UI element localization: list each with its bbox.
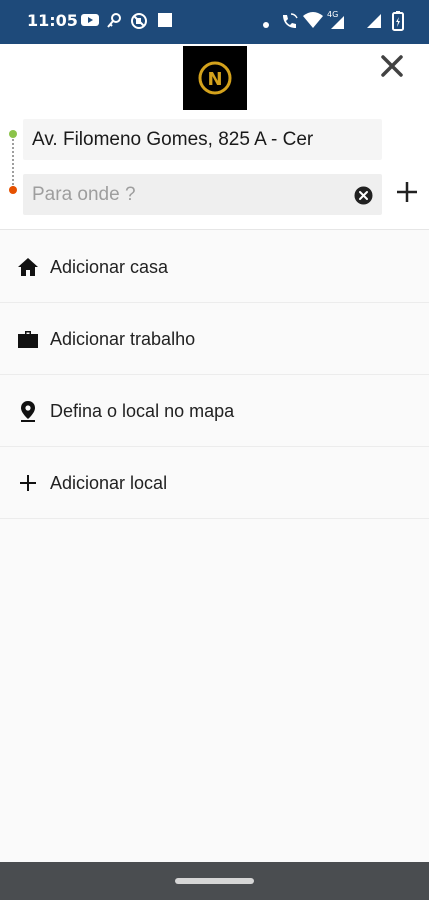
origin-dot-icon bbox=[9, 130, 17, 138]
add-stop-button[interactable] bbox=[395, 180, 419, 204]
status-time: 11:05 bbox=[27, 11, 78, 30]
add-home-label: Adicionar casa bbox=[50, 257, 169, 277]
plus-icon bbox=[397, 182, 417, 202]
saved-places-list: Adicionar casa Adicionar trabalho Defina… bbox=[0, 231, 429, 519]
youtube-icon bbox=[80, 12, 100, 33]
signal-icon bbox=[366, 13, 382, 34]
origin-field[interactable]: Av. Filomeno Gomes, 825 A - Cer bbox=[23, 119, 382, 160]
add-place-label: Adicionar local bbox=[50, 473, 168, 493]
home-gesture-handle[interactable] bbox=[175, 878, 254, 884]
home-icon bbox=[16, 255, 40, 279]
set-location-label: Defina o local no mapa bbox=[50, 401, 235, 421]
set-location-on-map-item[interactable]: Defina o local no mapa bbox=[0, 375, 429, 447]
route-header: N Av. Filomeno Gomes, 825 A - Cer bbox=[0, 44, 429, 230]
add-work-item[interactable]: Adicionar trabalho bbox=[0, 303, 429, 375]
app-logo: N bbox=[183, 46, 247, 110]
clear-icon bbox=[354, 186, 373, 205]
add-place-item[interactable]: Adicionar local bbox=[0, 447, 429, 519]
destination-dot-icon bbox=[9, 186, 17, 194]
battery-icon bbox=[392, 11, 404, 36]
system-nav-bar bbox=[0, 862, 429, 900]
no-sim-icon bbox=[130, 12, 148, 35]
add-home-item[interactable]: Adicionar casa bbox=[0, 231, 429, 303]
close-icon bbox=[381, 55, 403, 77]
location-pin-icon bbox=[16, 399, 40, 423]
briefcase-icon bbox=[16, 327, 40, 351]
plus-icon bbox=[16, 471, 40, 495]
svg-text:4G: 4G bbox=[327, 10, 338, 19]
destination-input[interactable] bbox=[23, 174, 382, 215]
stop-icon bbox=[157, 12, 173, 33]
clear-destination-button[interactable] bbox=[354, 186, 373, 205]
close-button[interactable] bbox=[376, 50, 408, 82]
signal-4g-icon: 4G bbox=[325, 8, 345, 35]
svg-text:N: N bbox=[207, 69, 222, 90]
dot-icon bbox=[262, 16, 270, 34]
key-icon bbox=[105, 12, 123, 35]
wifi-calling-icon bbox=[280, 11, 300, 36]
route-connector bbox=[12, 132, 14, 188]
wifi-icon bbox=[302, 11, 324, 34]
add-work-label: Adicionar trabalho bbox=[50, 329, 196, 349]
status-bar: 11:05 4G bbox=[0, 0, 429, 44]
